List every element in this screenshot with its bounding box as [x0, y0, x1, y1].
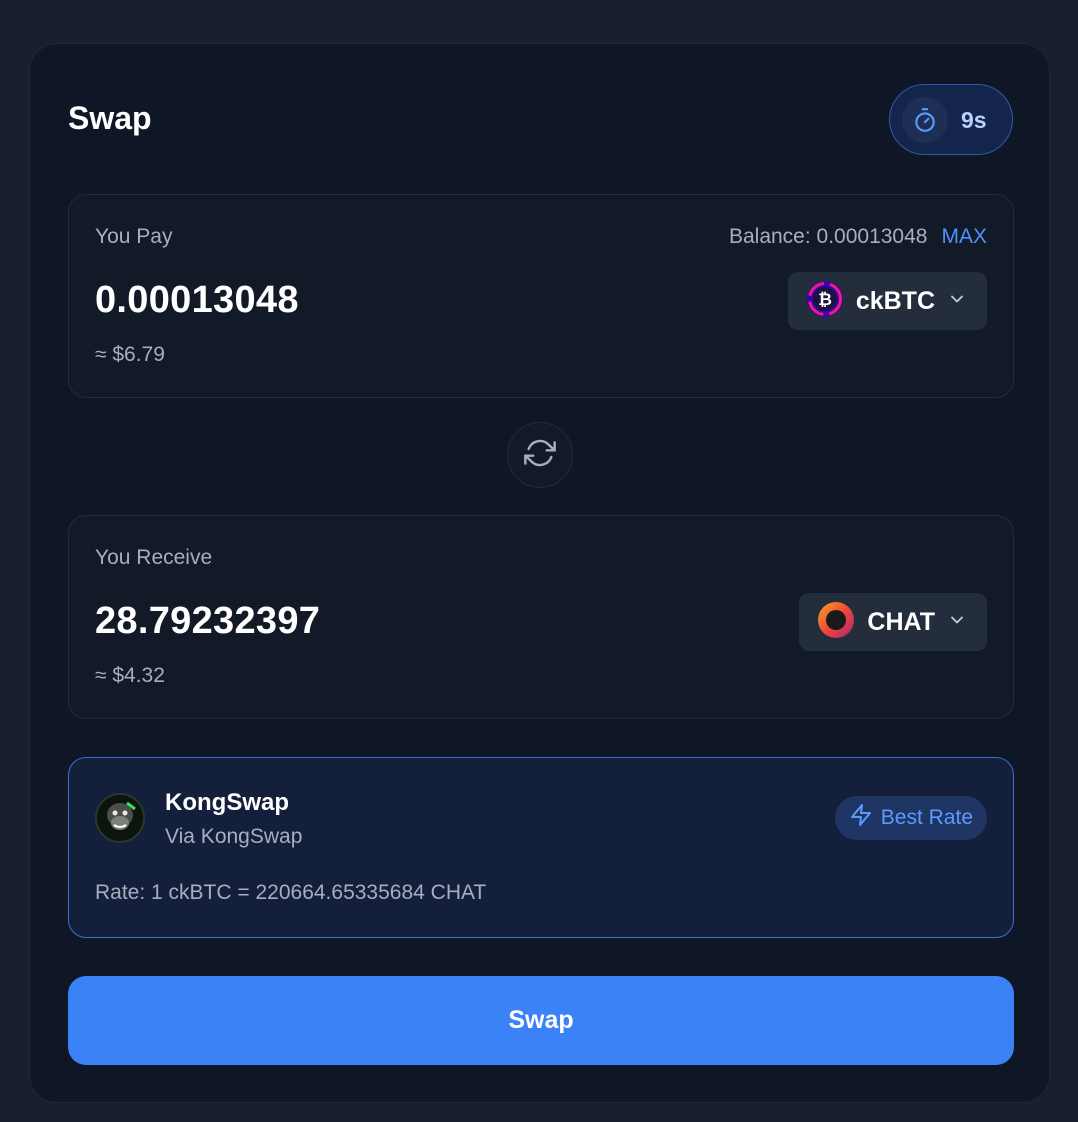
best-rate-badge: Best Rate: [834, 796, 987, 840]
chat-token-icon: [817, 601, 855, 644]
chevron-down-icon: [947, 289, 967, 314]
pay-usd-value: ≈ $6.79: [95, 343, 165, 366]
best-rate-label: Best Rate: [880, 806, 973, 829]
pay-panel: You Pay Balance: 0.00013048 MAX 0.000130…: [68, 194, 1014, 398]
refresh-timer[interactable]: 9s: [889, 84, 1013, 155]
ckbtc-token-icon: ₿: [806, 280, 844, 323]
receive-token-name: CHAT: [867, 607, 935, 636]
switch-tokens-button[interactable]: [507, 422, 573, 488]
page-title: Swap: [68, 100, 152, 136]
pay-balance: Balance: 0.00013048 MAX: [729, 225, 987, 249]
svg-text:₿: ₿: [818, 290, 832, 310]
swap-card: Swap 9s You Pay Balance: 0.00013048 MAX …: [29, 43, 1050, 1103]
kongswap-logo-icon: [95, 793, 145, 843]
lightning-icon: [849, 803, 873, 833]
pay-token-name: ckBTC: [855, 286, 935, 315]
max-button[interactable]: MAX: [941, 225, 987, 249]
receive-amount: 28.79232397: [95, 600, 321, 642]
pay-token-selector[interactable]: ₿ ckBTC: [787, 272, 987, 330]
receive-usd-value: ≈ $4.32: [95, 664, 165, 687]
chevron-down-icon: [947, 610, 967, 635]
receive-token-selector[interactable]: CHAT: [799, 593, 987, 651]
route-option[interactable]: KongSwap Via KongSwap Best Rate Rate: 1 …: [68, 757, 1014, 938]
route-via: Via KongSwap: [165, 825, 303, 848]
refresh-icon: [524, 437, 556, 474]
route-name: KongSwap: [165, 789, 289, 816]
pay-amount-input[interactable]: 0.00013048: [95, 279, 299, 322]
timer-countdown: 9s: [961, 107, 987, 133]
swap-button[interactable]: Swap: [68, 976, 1014, 1065]
exchange-rate: Rate: 1 ckBTC = 220664.65335684 CHAT: [95, 881, 487, 904]
receive-label: You Receive: [95, 546, 213, 569]
pay-label: You Pay: [95, 225, 173, 248]
stopwatch-icon: [902, 97, 948, 143]
receive-panel: You Receive 28.79232397 ≈ $4.32 CHAT: [68, 515, 1014, 719]
balance-text: Balance: 0.00013048: [728, 225, 928, 248]
